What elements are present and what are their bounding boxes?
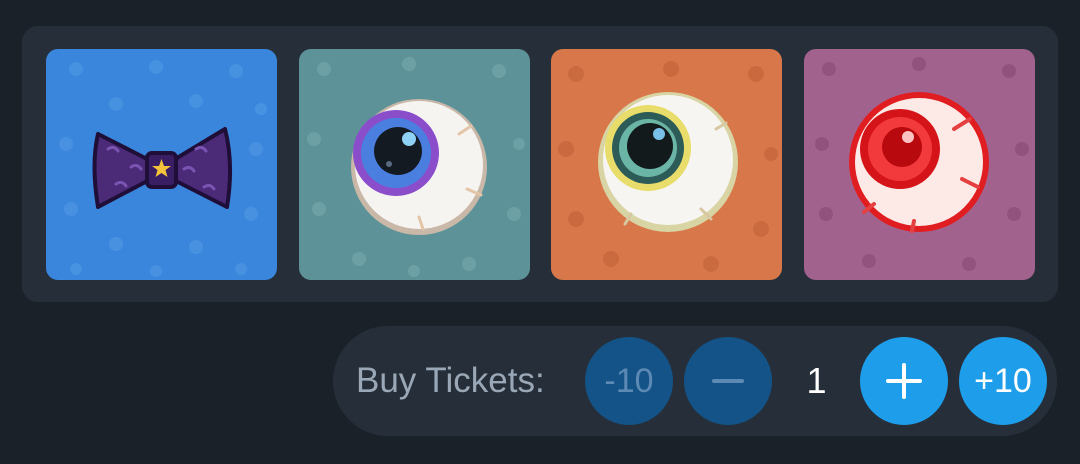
item-tile-blue-eyeball[interactable]	[299, 49, 530, 280]
plus-icon	[886, 363, 922, 399]
buy-tickets-bar: Buy Tickets: -10 1 +10	[333, 326, 1057, 436]
blue-eyeball-icon	[299, 49, 530, 280]
plus-1-button[interactable]	[860, 337, 948, 425]
yellow-eyeball-icon	[551, 49, 782, 280]
minus-10-button[interactable]: -10	[585, 337, 673, 425]
item-tile-yellow-eyeball[interactable]	[551, 49, 782, 280]
red-eyeball-icon	[804, 49, 1035, 280]
ticket-quantity: 1	[806, 360, 827, 401]
plus-10-button[interactable]: +10	[959, 337, 1047, 425]
minus-1-button[interactable]	[684, 337, 772, 425]
items-panel	[22, 26, 1058, 302]
buy-tickets-label: Buy Tickets:	[356, 361, 545, 400]
minus-icon	[712, 379, 744, 383]
bow-tie-icon	[46, 49, 277, 280]
item-tile-red-eyeball[interactable]	[804, 49, 1035, 280]
item-tile-bow-tie[interactable]	[46, 49, 277, 280]
